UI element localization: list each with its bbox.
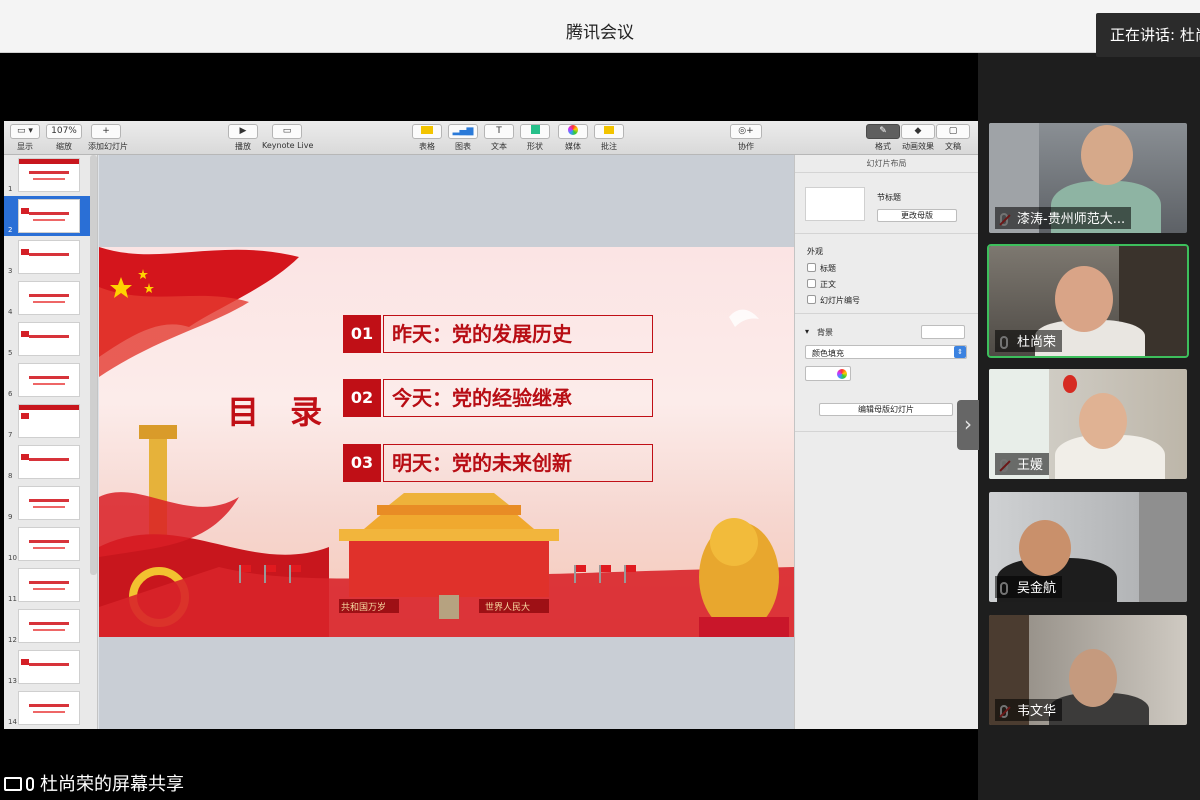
participant-name: 杜尚荣 [995,330,1063,352]
keynote-toolbar: ▭ ▾ 显示 107% 缩放 + 添加幻灯片 ▶ 播放 ▭ Keynote Li… [4,121,978,155]
slide-thumbnail[interactable]: 12 [4,606,94,646]
inspector-header: 幻灯片布局 [795,155,978,173]
participant-tile[interactable]: 韦文华 [989,615,1187,725]
table-button[interactable]: 表格 [412,124,442,152]
format-inspector: 幻灯片布局 节标题 更改母版 外观 标题 正文 幻灯片编号 ▾ 背景 颜色填充 … [794,155,978,729]
participant-tile[interactable]: 吴金航 [989,492,1187,602]
format-button[interactable]: ✎ 格式 [866,124,900,152]
text-button[interactable]: T 文本 [484,124,514,152]
slide-thumbnail[interactable]: 7 [4,401,94,441]
agenda-number: 01 [343,315,381,353]
collaborate-button[interactable]: ◎+ 协作 [730,124,762,152]
body-checkbox[interactable] [807,279,816,288]
agenda-text: 昨天：党的发展历史 [383,315,653,353]
color-well[interactable] [805,366,851,381]
slide-background-art [99,247,794,637]
screen-share-label: 杜尚荣的屏幕共享 [4,770,184,796]
fill-type-select[interactable]: 颜色填充 ⇕ [805,345,967,359]
shape-icon [520,124,550,139]
media-button[interactable]: 媒体 [558,124,588,152]
background-color-swatch[interactable] [921,325,965,339]
participant-tile[interactable]: 王媛 [989,369,1187,479]
comment-icon [594,124,624,139]
play-icon: ▶ [228,124,258,139]
slide-thumbnail[interactable]: 5 [4,319,94,359]
change-master-button[interactable]: 更改母版 [877,209,957,222]
mic-icon [26,777,34,791]
layout-name: 节标题 [877,193,901,202]
title-checkbox[interactable] [807,263,816,272]
disclosure-triangle-icon[interactable]: ▾ [805,327,809,336]
participant-tile-active[interactable]: 杜尚荣 [987,244,1189,358]
slide-thumbnail[interactable]: 3 [4,237,94,277]
play-button[interactable]: ▶ 播放 [228,124,258,152]
slide-thumbnail[interactable]: 9 [4,483,94,523]
appearance-heading: 外观 [807,247,823,256]
speaking-indicator: 正在讲话: 杜尚荣 [1096,13,1200,57]
slide-thumbnail[interactable]: 6 [4,360,94,400]
current-slide[interactable]: 目 录 01 昨天：党的发展历史 02 今天：党的经验继承 03 明天：党的未来… [99,247,794,637]
animate-icon: ◆ [901,124,935,139]
chart-button[interactable]: ▂▄▆ 图表 [448,124,478,152]
participant-name: 吴金航 [995,576,1063,598]
app-title: 腾讯会议 [566,23,634,43]
agenda-text: 明天：党的未来创新 [383,444,653,482]
screen-share-icon [4,777,22,791]
edit-master-button[interactable]: 编辑母版幻灯片 [819,403,953,416]
layout-preview[interactable] [805,187,865,221]
slide-thumbnail[interactable]: 13 [4,647,94,687]
color-wheel-icon [837,369,847,379]
monitor-icon: ▭ [272,124,302,139]
window-titlebar: 腾讯会议 [0,0,1200,53]
brush-icon: ✎ [866,124,900,139]
slide-thumbnail[interactable]: 1 [4,155,94,195]
view-button[interactable]: ▭ ▾ 显示 [10,124,40,152]
participant-name: 漆涛-贵州师范大... [995,207,1132,229]
slide-navigator: 1 2 3 4 5 6 7 8 9 10 11 12 13 14 [4,155,98,729]
document-button[interactable]: ▢ 文稿 [936,124,970,152]
keynote-live-button[interactable]: ▭ Keynote Live [262,124,313,150]
slide-thumbnail[interactable]: 8 [4,442,94,482]
plus-icon: + [91,124,121,139]
banner-right: 世界人民大 [485,603,531,613]
participant-name: 王媛 [995,453,1050,475]
slide-thumbnail[interactable]: 11 [4,565,94,605]
slide-thumbnail[interactable]: 14 [4,688,94,728]
collaborate-icon: ◎+ [730,124,762,139]
chart-icon: ▂▄▆ [448,124,478,139]
agenda-text: 今天：党的经验继承 [383,379,653,417]
slide-canvas: 目 录 01 昨天：党的发展历史 02 今天：党的经验继承 03 明天：党的未来… [99,155,794,729]
media-icon [558,124,588,139]
participant-tile[interactable]: 漆涛-贵州师范大... [989,123,1187,233]
navigator-scrollbar[interactable] [90,155,97,575]
banner-left: 共和国万岁 [341,603,387,613]
agenda-number: 02 [343,379,381,417]
add-slide-button[interactable]: + 添加幻灯片 [88,124,128,152]
text-icon: T [484,124,514,139]
zoom-button[interactable]: 107% 缩放 [46,124,82,152]
slide-thumbnail-selected[interactable]: 2 [4,196,94,236]
chevron-right-icon[interactable]: › [957,400,979,450]
slide-title: 目 录 [227,393,333,431]
slide-number-checkbox[interactable] [807,295,816,304]
background-heading: 背景 [817,328,833,337]
slide-thumbnail[interactable]: 10 [4,524,94,564]
sidebar-icon: ▭ ▾ [10,124,40,139]
select-arrow-icon: ⇕ [954,346,966,358]
agenda-number: 03 [343,444,381,482]
document-icon: ▢ [936,124,970,139]
shape-button[interactable]: 形状 [520,124,550,152]
slide-thumbnail[interactable]: 4 [4,278,94,318]
participant-name: 韦文华 [995,699,1063,721]
comment-button[interactable]: 批注 [594,124,624,152]
table-icon [412,124,442,139]
animate-button[interactable]: ◆ 动画效果 [901,124,935,152]
shared-screen: ▭ ▾ 显示 107% 缩放 + 添加幻灯片 ▶ 播放 ▭ Keynote Li… [4,121,978,729]
